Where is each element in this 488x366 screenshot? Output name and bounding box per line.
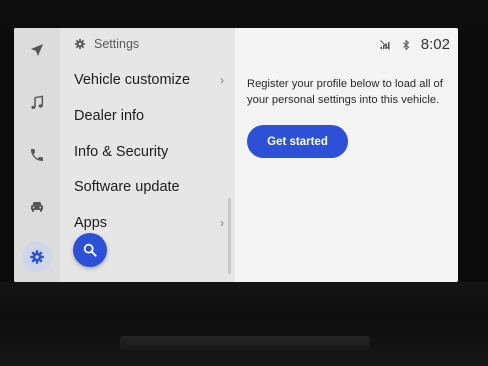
app-rail [14, 28, 60, 282]
rail-vehicle-button[interactable] [22, 191, 52, 221]
list-item-label: Vehicle customize [74, 72, 191, 88]
list-item-label: Apps [74, 215, 108, 231]
clock: 8:02 [420, 36, 450, 53]
list-item-label: Dealer info [74, 108, 145, 124]
settings-header-gear-icon [74, 38, 86, 50]
settings-list: Settings Vehicle customize › Dealer info… [60, 28, 235, 282]
get-started-button[interactable]: Get started [247, 125, 348, 158]
infotainment-screen: Settings Vehicle customize › Dealer info… [14, 28, 458, 282]
list-item-dealer-info[interactable]: Dealer info [74, 101, 224, 131]
profile-message: Register your profile below to load all … [247, 78, 443, 106]
chevron-right-icon: › [220, 216, 224, 230]
settings-title: Settings [94, 37, 140, 51]
list-item-label: Info & Security [74, 144, 169, 160]
list-scrollbar[interactable] [228, 198, 231, 274]
phone-icon [31, 149, 43, 161]
status-bar: 8:02 [379, 36, 450, 53]
rail-music-button[interactable] [22, 88, 52, 118]
music-note-icon [31, 95, 44, 109]
search-icon [83, 243, 97, 257]
settings-gear-icon [30, 250, 44, 264]
car-icon [31, 202, 43, 212]
dashboard-trim [0, 282, 488, 366]
list-item-info-security[interactable]: Info & Security [74, 137, 224, 167]
bluetooth-icon [402, 39, 409, 50]
no-signal-icon [379, 39, 390, 50]
rail-phone-button[interactable] [22, 140, 52, 170]
list-item-vehicle-customize[interactable]: Vehicle customize › [74, 65, 224, 95]
rail-navigation-button[interactable] [22, 35, 52, 65]
search-button[interactable] [73, 233, 107, 267]
list-item-label: Software update [74, 179, 180, 195]
profile-panel: 8:02 Register your profile below to load… [235, 28, 458, 282]
navigation-icon [31, 44, 43, 56]
chevron-right-icon: › [220, 73, 224, 87]
list-item-software-update[interactable]: Software update [74, 172, 224, 202]
display-bezel-top [0, 0, 488, 30]
dashboard-trim-strip [120, 336, 370, 350]
rail-settings-button[interactable] [22, 242, 52, 272]
settings-header: Settings [74, 34, 139, 54]
